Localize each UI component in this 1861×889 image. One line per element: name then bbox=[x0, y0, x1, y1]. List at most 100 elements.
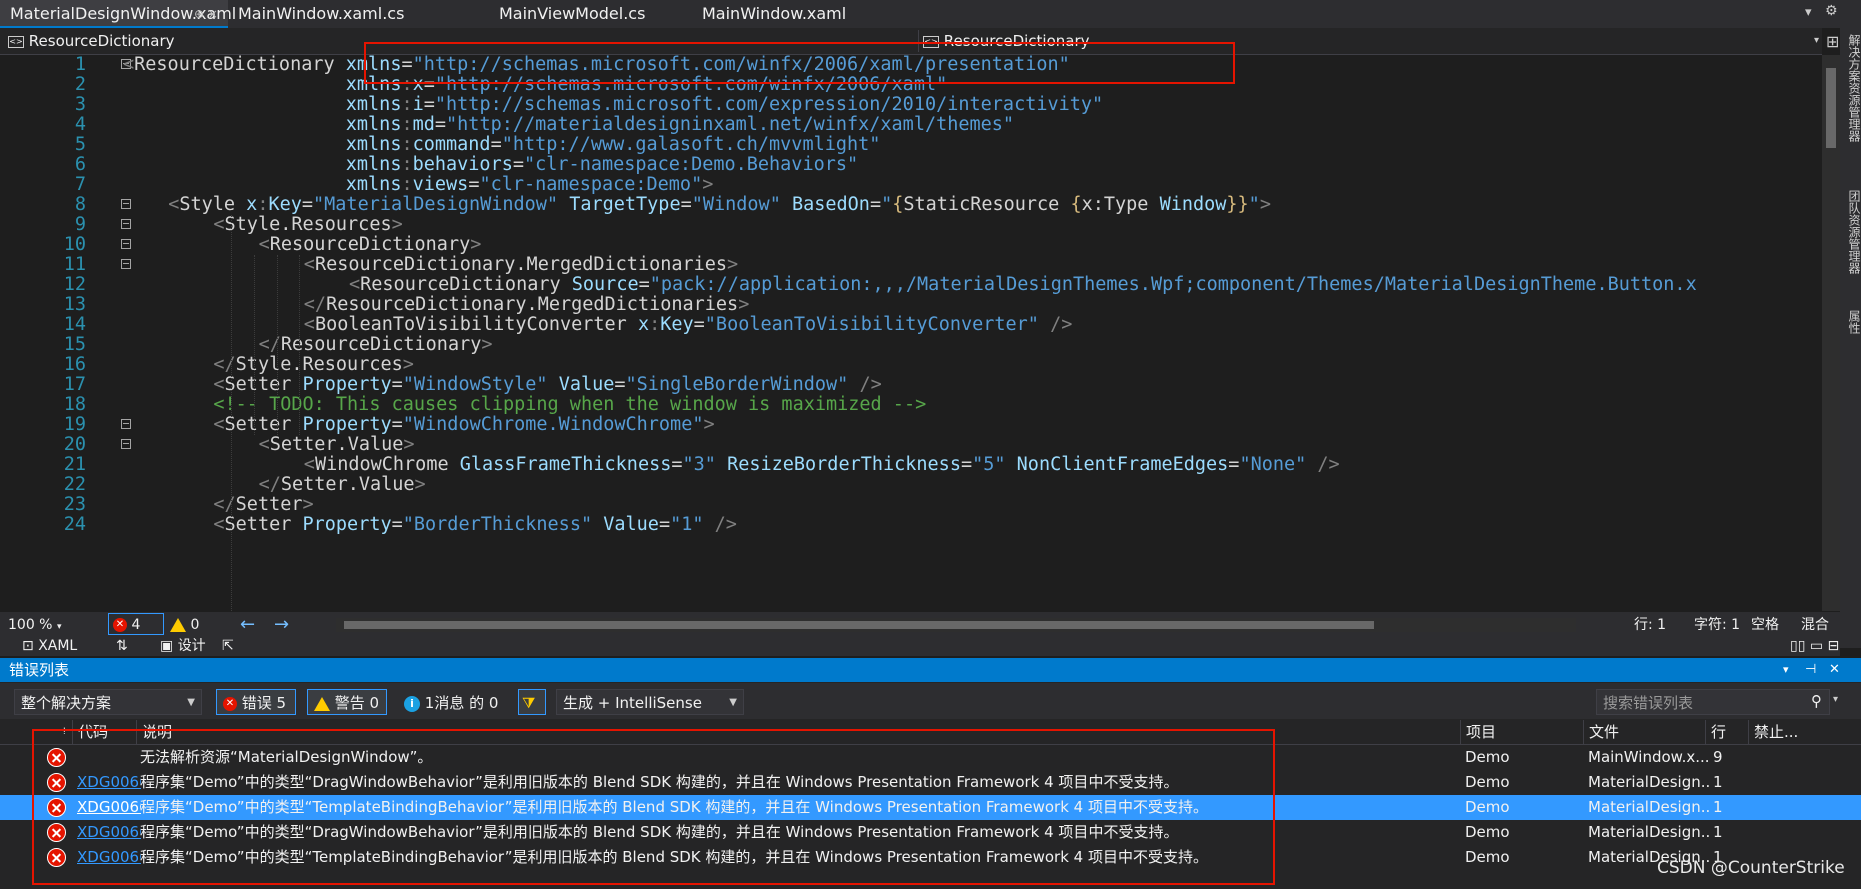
code-token: "Window" bbox=[691, 194, 781, 215]
code-token: Key bbox=[268, 194, 302, 215]
code-token: "None" bbox=[1239, 454, 1307, 475]
tab-label: MainViewModel.cs bbox=[499, 4, 646, 23]
code-token: < bbox=[303, 314, 315, 335]
collapse-outline-icon[interactable] bbox=[121, 219, 131, 229]
code-token: x bbox=[246, 194, 258, 215]
collapse-outline-icon[interactable] bbox=[121, 419, 131, 429]
collapse-outline-icon[interactable] bbox=[121, 199, 131, 209]
error-cell-file: MainWindow.x... bbox=[1588, 748, 1710, 766]
code-token: Property bbox=[302, 414, 392, 435]
line-ending-indicator: 混合 bbox=[1801, 617, 1829, 633]
code-token: StaticResource bbox=[903, 194, 1071, 215]
code-token: xmlns bbox=[345, 114, 402, 135]
code-token: command bbox=[412, 134, 491, 155]
code-editor[interactable]: 1 <ResourceDictionary xmlns="http://schem… bbox=[0, 55, 1822, 611]
collapse-outline-icon[interactable] bbox=[121, 439, 131, 449]
arrow-right-icon[interactable]: → bbox=[274, 612, 289, 638]
tab-mainviewmodel-cs[interactable]: MainViewModel.cs bbox=[489, 0, 659, 28]
scope-value: 整个解决方案 bbox=[21, 694, 112, 712]
warnings-filter-button[interactable]: 警告 0 bbox=[307, 689, 387, 715]
settings-gear-icon[interactable]: ⚙ bbox=[1825, 3, 1838, 19]
pane-layout-icon[interactable]: ▯▯ ▭ ⊟ bbox=[1790, 638, 1839, 656]
arrow-left-icon[interactable]: ← bbox=[240, 612, 255, 638]
code-token: < bbox=[349, 274, 361, 295]
tab-materialdesignwindow-xaml[interactable]: MaterialDesignWindow.xaml ⊕ × bbox=[0, 0, 236, 28]
window-position-dropdown-icon[interactable]: ▾ bbox=[1783, 658, 1789, 682]
code-token: i bbox=[412, 94, 424, 115]
column-header-project[interactable]: 项目 bbox=[1460, 720, 1584, 744]
side-tab-solution-explorer[interactable]: 解决方案资源管理器 bbox=[1846, 34, 1861, 142]
chevron-down-icon[interactable]: ▾ bbox=[1833, 694, 1838, 705]
tab-pin-close-icon[interactable]: ⊕ × bbox=[194, 0, 218, 28]
errors-filter-label: 错误 5 bbox=[241, 694, 287, 712]
code-token: : bbox=[401, 134, 413, 155]
side-tab-properties[interactable]: 属性 bbox=[1846, 310, 1861, 334]
code-token: Window bbox=[1159, 194, 1227, 215]
error-count-indicator[interactable]: ✕ 4 bbox=[108, 613, 164, 635]
vertical-scrollbar-thumb[interactable] bbox=[1826, 68, 1836, 148]
indent-guide bbox=[299, 255, 301, 435]
zoom-level[interactable]: 100 % ▾ bbox=[8, 612, 61, 638]
column-header-line[interactable]: 行 bbox=[1705, 720, 1749, 744]
code-token: md bbox=[412, 114, 435, 135]
pin-icon[interactable]: ⊣ bbox=[1805, 658, 1816, 682]
chevron-down-icon: ▾ bbox=[1813, 35, 1819, 46]
tab-xaml-view[interactable]: ⊡ XAML bbox=[22, 638, 77, 656]
close-icon[interactable]: ✕ bbox=[1829, 658, 1840, 682]
code-token: > bbox=[738, 294, 750, 315]
collapse-outline-icon[interactable] bbox=[121, 259, 131, 269]
messages-filter-button[interactable]: i 1消息 的 0 bbox=[397, 689, 508, 715]
element-icon: <> bbox=[8, 35, 24, 48]
code-token: > bbox=[391, 214, 403, 235]
error-cell-file: MaterialDesign... bbox=[1588, 798, 1710, 816]
document-tab-bar: MaterialDesignWindow.xaml ⊕ × MainWindow… bbox=[0, 0, 1861, 28]
warning-count-indicator[interactable]: 0 bbox=[170, 612, 199, 638]
collapse-outline-icon[interactable] bbox=[121, 239, 131, 249]
tab-overflow-dropdown-icon[interactable]: ▾ bbox=[1805, 5, 1812, 20]
swap-panes-icon[interactable]: ⇅ bbox=[116, 638, 128, 656]
code-token: " bbox=[881, 194, 893, 215]
error-cell-project: Demo bbox=[1465, 823, 1510, 841]
tab-design-view[interactable]: ▣ 设计 bbox=[160, 638, 206, 656]
code-line[interactable]: 24 <Setter Property="BorderThickness" Val… bbox=[0, 513, 1822, 537]
design-icon: ▣ bbox=[160, 638, 174, 654]
code-token: /> bbox=[859, 374, 882, 395]
column-header-suppression[interactable]: 禁止... bbox=[1748, 720, 1826, 744]
xaml-icon: ⊡ bbox=[22, 638, 34, 654]
code-token: = bbox=[391, 414, 403, 435]
code-token: ResourceDictionary.MergedDictionaries bbox=[314, 254, 728, 275]
code-token: ResourceDictionary bbox=[280, 334, 482, 355]
code-token: = bbox=[301, 194, 314, 215]
filter-toggle-button[interactable]: ⧩ bbox=[518, 689, 546, 715]
code-token: "5" bbox=[972, 454, 1006, 475]
tab-mainwindow-xaml[interactable]: MainWindow.xaml bbox=[692, 0, 862, 28]
tab-mainwindow-xaml-cs[interactable]: MainWindow.xaml.cs bbox=[228, 0, 408, 28]
code-token: = bbox=[960, 454, 973, 475]
tab-label: MainWindow.xaml bbox=[702, 4, 847, 23]
expand-icon[interactable]: ⇱ bbox=[222, 638, 234, 656]
whitespace-indicator: 空格 bbox=[1751, 617, 1779, 633]
code-token: Style bbox=[179, 194, 236, 215]
code-token: /> bbox=[1317, 454, 1340, 475]
search-icon[interactable]: ⚲ bbox=[1811, 692, 1822, 710]
errors-filter-button[interactable]: ✕ 错误 5 bbox=[216, 689, 296, 715]
code-token: Setter bbox=[235, 494, 303, 515]
search-error-list-input[interactable]: 搜索错误列表 bbox=[1596, 689, 1830, 715]
build-source-dropdown[interactable]: 生成 + IntelliSense ▼ bbox=[556, 689, 744, 715]
scope-dropdown[interactable]: 整个解决方案 ▼ bbox=[14, 689, 202, 715]
code-token: Setter.Value bbox=[269, 434, 404, 455]
code-token: GlassFrameThickness bbox=[459, 454, 672, 475]
code-token: "WindowChrome.WindowChrome" bbox=[402, 414, 704, 435]
code-token: Setter bbox=[224, 414, 292, 435]
horizontal-scrollbar-thumb[interactable] bbox=[344, 621, 1374, 629]
column-header-file[interactable]: 文件 bbox=[1583, 720, 1706, 744]
split-window-icon[interactable]: ⊞ bbox=[1826, 32, 1839, 51]
code-token: "pack://application:,,,/MaterialDesignTh… bbox=[649, 274, 1697, 295]
side-tab-team-explorer[interactable]: 团队资源管理器 bbox=[1846, 190, 1861, 274]
